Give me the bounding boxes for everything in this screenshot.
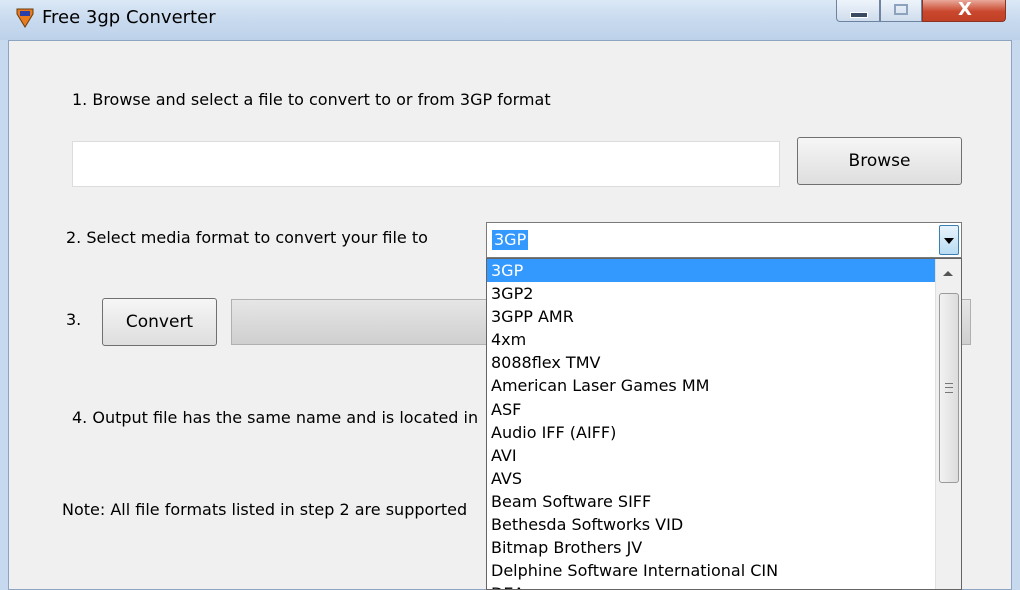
scrollbar-thumb[interactable] [939, 293, 959, 483]
format-dropdown-list[interactable]: 3GP 3GP2 3GPP AMR 4xm 8088flex TMV American L… [486, 258, 962, 590]
format-option[interactable]: AVS [487, 467, 961, 490]
format-option[interactable]: Beam Software SIFF [487, 490, 961, 513]
format-option[interactable]: Audio IFF (AIFF) [487, 421, 961, 444]
app-logo-icon [16, 8, 34, 28]
chevron-down-icon[interactable] [939, 225, 959, 255]
format-option[interactable]: 3GP2 [487, 282, 961, 305]
format-option[interactable]: 3GPP AMR [487, 305, 961, 328]
format-option[interactable]: Delphine Software International CIN [487, 559, 961, 582]
convert-button[interactable]: Convert [102, 298, 217, 346]
format-option[interactable]: Bitmap Brothers JV [487, 536, 961, 559]
format-option[interactable]: 3GP [487, 259, 961, 283]
window-frame-right [1012, 40, 1020, 590]
scrollbar-grip-icon [945, 383, 953, 393]
minimize-button[interactable] [836, 0, 880, 22]
step2-label: 2. Select media format to convert your f… [66, 228, 428, 247]
format-option[interactable]: DEA [487, 582, 961, 589]
format-options: 3GP 3GP2 3GPP AMR 4xm 8088flex TMV American L… [487, 259, 961, 589]
minimize-icon [850, 12, 868, 18]
maximize-button[interactable] [880, 0, 922, 22]
step4-label: 4. Output file has the same name and is … [72, 408, 479, 427]
step1-label: 1. Browse and select a file to convert t… [72, 90, 551, 109]
close-icon: X [958, 0, 972, 20]
browse-button[interactable]: Browse [797, 137, 962, 185]
format-option[interactable]: Bethesda Softworks VID [487, 513, 961, 536]
format-option[interactable]: 4xm [487, 328, 961, 351]
format-option[interactable]: American Laser Games MM [487, 374, 961, 397]
step3-label: 3. [66, 310, 82, 329]
format-option[interactable]: ASF [487, 398, 961, 421]
window-frame-left [0, 40, 8, 590]
dropdown-scrollbar[interactable] [935, 259, 961, 589]
window-title: Free 3gp Converter [42, 7, 216, 28]
close-button[interactable]: X [922, 0, 1006, 22]
file-path-input[interactable] [72, 141, 780, 187]
format-select-value: 3GP [492, 230, 529, 250]
scroll-up-arrow-icon[interactable] [939, 263, 957, 283]
format-option[interactable]: AVI [487, 444, 961, 467]
note-text: Note: All file formats listed in step 2 … [62, 500, 468, 519]
format-option[interactable]: 8088flex TMV [487, 351, 961, 374]
maximize-icon [894, 4, 908, 15]
title-bar[interactable]: Free 3gp Converter X [0, 0, 1020, 40]
format-select[interactable]: 3GP [486, 222, 962, 258]
